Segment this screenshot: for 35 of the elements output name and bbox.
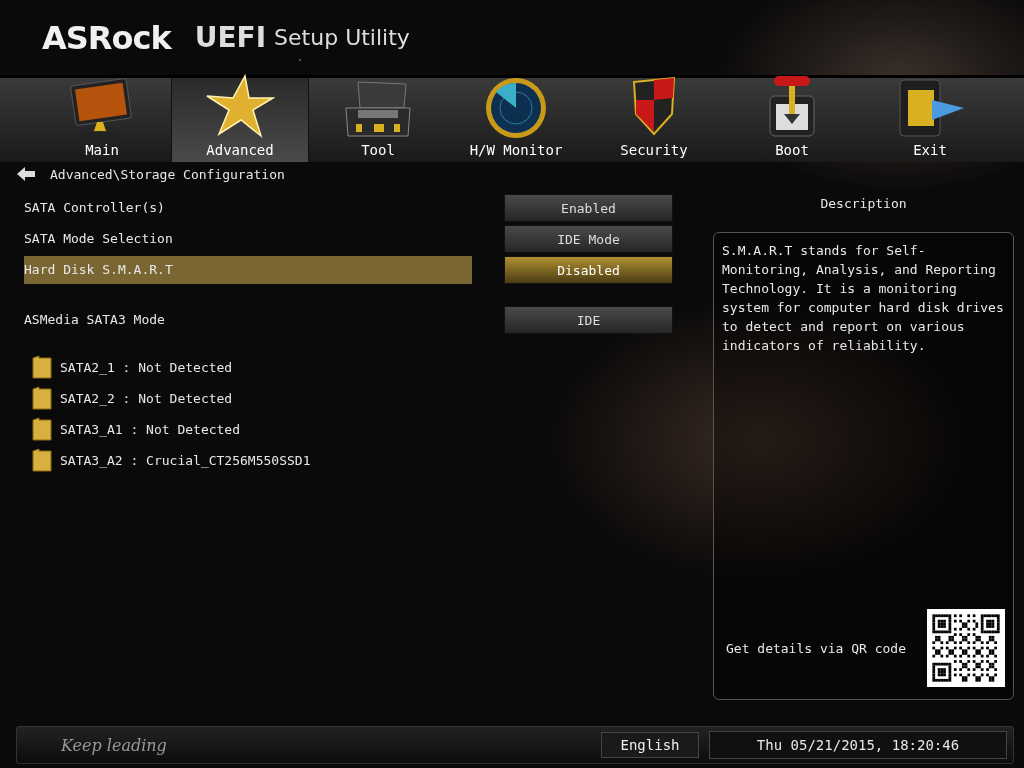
language-button[interactable]: English	[601, 732, 699, 758]
setting-value[interactable]: IDE	[504, 306, 673, 334]
date-time: Thu 05/21/2015, 18:20:46	[709, 731, 1007, 759]
setting-value[interactable]: IDE Mode	[504, 225, 673, 253]
drive-entry: SATA3_A1 : Not Detected	[60, 421, 240, 437]
drive-entry: SATA2_1 : Not Detected	[60, 359, 233, 375]
back-arrow-icon[interactable]	[16, 166, 36, 182]
setting-label[interactable]: ASMedia SATA3 Mode	[24, 306, 472, 334]
setting-value[interactable]: Disabled	[504, 256, 673, 284]
menu-tab[interactable]: Tool	[309, 78, 447, 162]
setting-label[interactable]: Hard Disk S.M.A.R.T	[24, 256, 472, 284]
menu-tab[interactable]: Security	[585, 78, 723, 162]
slogan: Keep leading	[61, 735, 168, 755]
folder-icon	[32, 448, 52, 472]
drive-entry: SATA2_2 : Not Detected	[60, 390, 233, 406]
breadcrumb: Advanced\Storage Configuration	[50, 166, 285, 182]
description-title: Description	[819, 196, 908, 213]
setting-value[interactable]: Enabled	[504, 194, 673, 222]
product-name: UEFI	[194, 21, 267, 54]
menu-tab[interactable]: Exit	[861, 78, 999, 162]
folder-icon	[32, 355, 52, 379]
radar-icon	[484, 76, 548, 140]
setting-label[interactable]: SATA Controller(s)	[24, 194, 472, 222]
description-text: S.M.A.R.T stands for Self-Monitoring, Analysis, and Reporting Technology. It is a monitoring system for computer hard disk drives to detect and report on various indicators of reliability.	[722, 242, 1005, 355]
star-icon	[205, 74, 275, 140]
drive-entry: SATA3_A2 : Crucial_CT256M550SSD1	[60, 452, 311, 468]
folder-icon	[32, 386, 52, 410]
folder-icon	[32, 417, 52, 441]
qr-caption: Get details via QR code	[726, 640, 906, 656]
menu-tab[interactable]: Main	[33, 78, 171, 162]
menu-tab[interactable]: Boot	[723, 78, 861, 162]
product-subtitle: Setup Utility	[274, 25, 410, 50]
brand-logo: ASRock	[42, 18, 171, 57]
menu-tab[interactable]: H/W Monitor	[447, 78, 585, 162]
setting-label[interactable]: SATA Mode Selection	[24, 225, 472, 253]
